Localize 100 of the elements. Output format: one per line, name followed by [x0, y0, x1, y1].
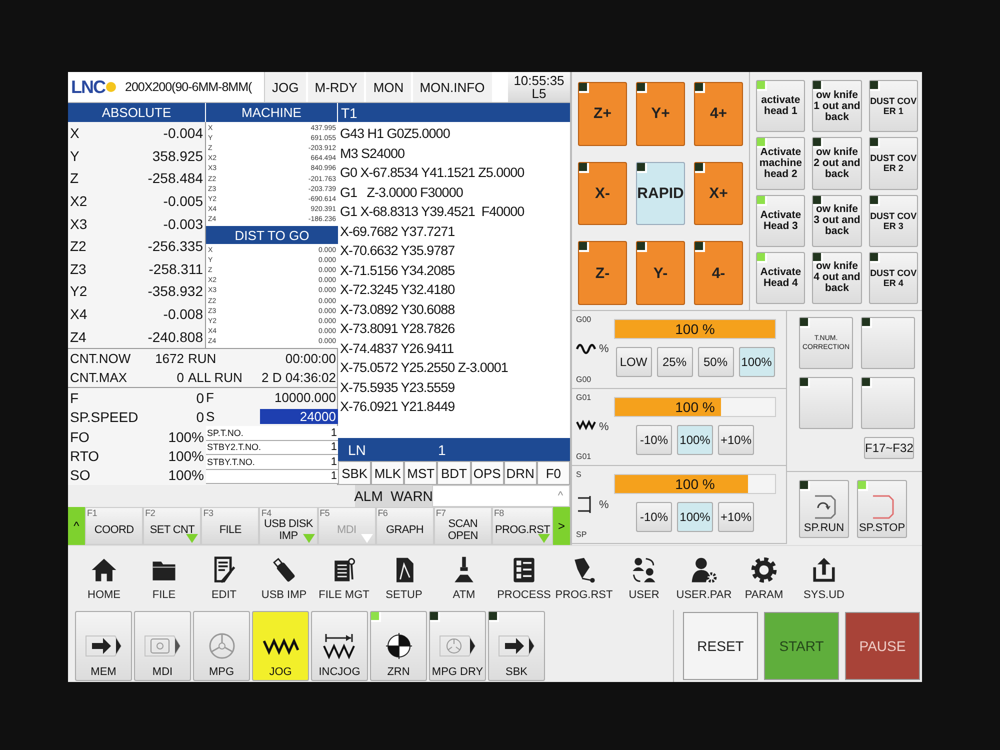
mode-button[interactable]: SBK — [488, 611, 545, 681]
override-button[interactable]: 100% — [677, 502, 713, 532]
function-button[interactable]: SYS.UD — [794, 546, 854, 610]
axis-value: -258.484 — [148, 170, 203, 186]
mode-button[interactable]: ZRN — [370, 611, 427, 681]
macro-button[interactable]: DUST COVER 2 — [868, 137, 918, 190]
axis-label: Z3 — [70, 260, 86, 277]
control-button[interactable]: PAUSE — [845, 612, 920, 680]
function-button[interactable]: EDIT — [194, 546, 254, 610]
axis-button[interactable]: Y+ — [636, 82, 685, 146]
expand-button[interactable]: ^ — [558, 490, 563, 502]
axis-value: -240.808 — [148, 328, 203, 345]
function-key[interactable]: F6 GRAPH — [376, 507, 434, 545]
function-key[interactable]: F3 FILE — [201, 507, 260, 545]
status-flag: OPS — [470, 461, 504, 485]
function-button[interactable]: PROG.RST — [554, 546, 614, 610]
status-field: M-RDY — [308, 72, 366, 102]
code-line: X-69.7682 Y37.7271 — [339, 222, 456, 241]
override-button[interactable]: +10% — [718, 424, 754, 455]
axis-value: -358.932 — [148, 283, 203, 300]
macro-button[interactable]: ow knife 2 out and back — [812, 137, 862, 190]
function-button[interactable]: PARAM — [734, 546, 794, 610]
function-key[interactable]: F4 USB DISK IMP — [259, 507, 318, 545]
function-key[interactable]: F8 PROG.RST — [492, 507, 554, 545]
function-button[interactable]: HOME — [74, 546, 134, 610]
code-line: X-73.0892 Y30.6088 — [339, 300, 456, 319]
axis-value: 358.925 — [152, 148, 203, 164]
tool-label: STBY2.T.NO. — [207, 442, 262, 452]
mode-button[interactable]: INCJOG — [311, 611, 368, 681]
aux-button[interactable] — [861, 377, 915, 429]
control-button[interactable]: RESET — [683, 612, 758, 680]
axis-button[interactable]: 4- — [694, 241, 743, 305]
override-button[interactable]: 100% — [677, 424, 713, 455]
mode-button[interactable]: MPG DRY — [429, 611, 486, 681]
function-button[interactable]: USER.PAR — [674, 546, 734, 610]
function-button[interactable]: SETUP — [374, 546, 434, 610]
feed-label: RTO — [70, 448, 100, 464]
macro-button[interactable]: Activate Head 4 — [756, 252, 806, 304]
function-button[interactable]: ATM — [434, 546, 494, 610]
axis-button[interactable]: Y- — [636, 241, 685, 305]
function-button[interactable]: PROCESS — [494, 546, 554, 610]
mode-button[interactable]: MDI — [134, 611, 191, 681]
macro-button[interactable]: Activate Head 3 — [756, 194, 806, 247]
axis-label: Y — [70, 148, 80, 164]
override-button[interactable]: +10% — [718, 502, 754, 532]
function-button[interactable]: FILE — [134, 546, 194, 610]
logo-dot-icon — [105, 81, 117, 93]
function-button[interactable]: FILE MGT — [314, 546, 374, 610]
aux-button[interactable] — [799, 377, 853, 429]
macro-button[interactable]: Activate machine head 2 — [756, 137, 806, 190]
tool-value: 1 — [330, 456, 337, 468]
feed-label: FO — [70, 428, 90, 445]
macro-button[interactable]: DUST COVER 1 — [868, 80, 918, 132]
mode-button[interactable]: JOG — [252, 611, 309, 681]
axis-button[interactable]: X+ — [694, 162, 743, 226]
function-button[interactable]: USER — [614, 546, 674, 610]
axis-button[interactable]: 4+ — [694, 82, 743, 146]
function-key[interactable]: F2 SET CNT — [143, 507, 202, 545]
aux-button[interactable] — [861, 317, 915, 369]
code-line: X-74.4837 Y26.9411 — [339, 340, 455, 358]
control-button[interactable]: START — [764, 612, 839, 680]
axis-label: X3 — [70, 216, 88, 232]
override-button[interactable]: 50% — [698, 347, 734, 377]
override-button[interactable]: -10% — [636, 424, 672, 455]
code-line: G1 X-68.8313 Y39.4521 F40000 — [339, 203, 526, 222]
code-line: X-70.6632 Y35.9787 — [339, 242, 456, 260]
override-button[interactable]: 100% — [738, 347, 774, 377]
macro-button[interactable]: DUST COVER 4 — [868, 252, 918, 304]
function-key[interactable]: F7 SCAN OPEN — [434, 507, 492, 545]
code-line: X-73.8091 Y28.7826 — [339, 320, 456, 338]
macro-button[interactable]: ow knife 4 out and back — [812, 252, 862, 304]
function-button[interactable]: USB IMP — [254, 546, 314, 610]
user-gear-icon — [689, 555, 719, 585]
mode-button[interactable]: MPG — [193, 611, 250, 681]
override-button[interactable]: 25% — [656, 347, 692, 377]
logo-text: LNC — [71, 76, 105, 98]
axis-button[interactable]: Z- — [578, 241, 627, 305]
macro-button[interactable]: ow knife 1 out and back — [812, 80, 862, 132]
axis-button[interactable]: Z+ — [578, 82, 627, 146]
axis-button[interactable]: X- — [578, 162, 627, 226]
mode-button[interactable]: MEM — [75, 611, 132, 681]
counter-value: 0 — [176, 369, 185, 387]
function-key[interactable]: F1 COORD — [85, 507, 144, 545]
page-button[interactable]: F17~F32 — [864, 437, 914, 459]
macro-button[interactable]: activate head 1 — [756, 80, 806, 132]
code-line: X-71.5156 Y34.2085 — [339, 262, 456, 280]
status-field: MON — [366, 72, 413, 102]
spindle-button[interactable]: SP.STOP — [857, 480, 907, 538]
spindle-button[interactable]: SP.RUN — [799, 480, 849, 538]
counter-value: 2 D 04:36:02 — [260, 369, 337, 387]
override-button[interactable]: LOW — [616, 347, 652, 377]
axis-button[interactable]: RAPID — [636, 162, 685, 226]
macro-button[interactable]: ow knife 3 out and back — [812, 194, 862, 247]
override-button[interactable]: -10% — [636, 502, 672, 532]
override-label: SP — [576, 530, 588, 539]
previous-button[interactable]: ^ — [68, 507, 85, 545]
feed-value: 0 — [196, 390, 204, 406]
macro-button[interactable]: DUST COVER 3 — [868, 194, 918, 247]
next-button[interactable]: > — [553, 507, 570, 545]
panel-header: MACHINE — [206, 103, 338, 122]
